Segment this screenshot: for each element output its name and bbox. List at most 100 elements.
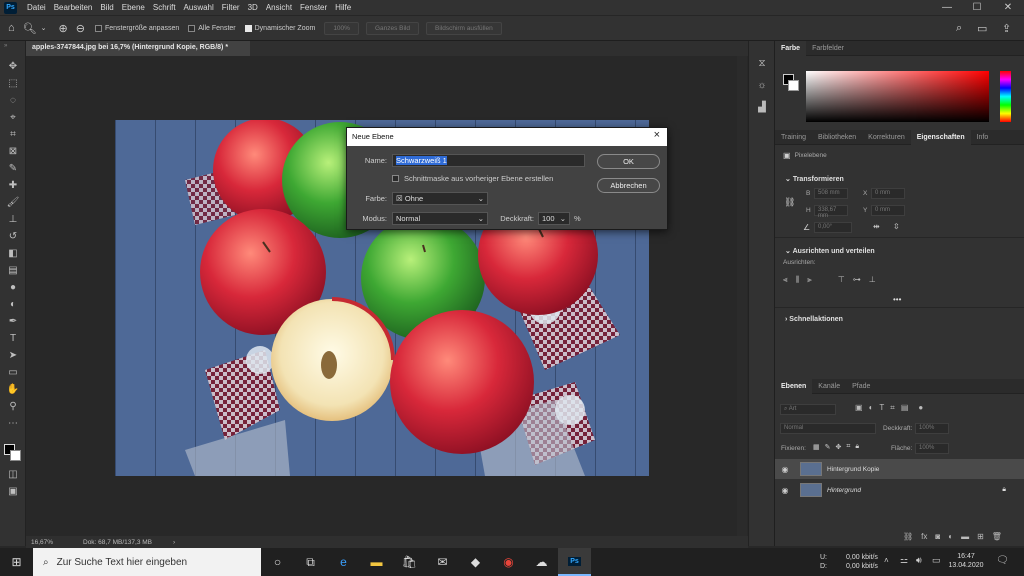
- chevron-down-icon[interactable]: ⌄: [41, 24, 47, 32]
- rectangle-tool-icon[interactable]: ▭: [0, 364, 26, 381]
- edge-icon[interactable]: e: [327, 548, 360, 576]
- color-select[interactable]: ☒ Ohne ⌄: [392, 192, 488, 205]
- marquee-tool-icon[interactable]: ⬚: [0, 75, 26, 92]
- eye-icon[interactable]: ◉: [775, 486, 795, 495]
- zoom-level[interactable]: 16,67%: [31, 539, 83, 546]
- align-bottom-icon[interactable]: ⊥: [869, 275, 876, 285]
- collapse-icon[interactable]: »: [0, 41, 25, 58]
- photoshop-taskbar-icon[interactable]: Ps: [558, 548, 591, 576]
- maximize-button[interactable]: ☐: [962, 0, 992, 15]
- history-panel-icon[interactable]: ⧖: [749, 53, 775, 73]
- layer-style-icon[interactable]: fx: [921, 532, 927, 541]
- x-input[interactable]: 0 mm: [871, 188, 905, 199]
- zoom-percent-field[interactable]: 100%: [324, 21, 359, 35]
- workspace-icon[interactable]: ▭: [977, 22, 987, 35]
- filter-toggle-icon[interactable]: ●: [918, 403, 923, 413]
- link-icon[interactable]: ⛓: [784, 197, 795, 208]
- hue-slider[interactable]: [1000, 71, 1011, 122]
- screen-mode-icon[interactable]: ▣: [0, 483, 26, 500]
- home-icon[interactable]: ⌂: [8, 22, 15, 34]
- pixel-filter-icon[interactable]: ▣: [855, 403, 863, 413]
- tab-training[interactable]: Training: [775, 130, 812, 145]
- checkbox-checked-icon[interactable]: [244, 24, 252, 32]
- flip-horizontal-icon[interactable]: ⇹: [873, 222, 880, 231]
- layer-row[interactable]: ◉ Hintergrund Kopie: [775, 459, 1024, 479]
- angle-input[interactable]: 0,00°: [814, 222, 852, 233]
- dodge-tool-icon[interactable]: ◐: [0, 296, 26, 313]
- type-tool-icon[interactable]: T: [0, 330, 26, 347]
- tray-chevron-icon[interactable]: ˄: [884, 556, 889, 565]
- tab-kanaele[interactable]: Kanäle: [812, 379, 846, 394]
- tab-pfade[interactable]: Pfade: [846, 379, 876, 394]
- zoom-tool-icon[interactable]: ⚲: [0, 398, 26, 415]
- zoom-out-icon[interactable]: ⊖: [76, 22, 85, 35]
- adjustment-filter-icon[interactable]: ◐: [869, 403, 874, 413]
- brush-tool-icon[interactable]: 🖌︎: [0, 194, 26, 211]
- pen-tool-icon[interactable]: ✒: [0, 313, 26, 330]
- delete-layer-icon[interactable]: 🗑︎: [992, 532, 1002, 541]
- fit-window-checkbox[interactable]: Fenstergröße anpassen: [94, 24, 179, 32]
- frame-tool-icon[interactable]: ⊠: [0, 143, 26, 160]
- tab-bibliotheken[interactable]: Bibliotheken: [812, 130, 862, 145]
- gradient-tool-icon[interactable]: ▤: [0, 262, 26, 279]
- background-color-swatch[interactable]: [788, 80, 799, 91]
- menu-bild[interactable]: Bild: [96, 3, 117, 12]
- flip-vertical-icon[interactable]: ⇳: [893, 222, 900, 231]
- tab-farbfelder[interactable]: Farbfelder: [806, 41, 850, 56]
- align-left-icon[interactable]: ⫷: [783, 275, 788, 285]
- healing-brush-tool-icon[interactable]: ✚: [0, 177, 26, 194]
- align-middle-v-icon[interactable]: ⊶: [853, 275, 861, 285]
- mode-select[interactable]: Normal ⌄: [392, 212, 488, 225]
- battery-icon[interactable]: ▭: [932, 555, 941, 566]
- dynamic-zoom-checkbox[interactable]: Dynamischer Zoom: [244, 24, 315, 32]
- transform-section[interactable]: ⌄ Transformieren: [779, 170, 850, 188]
- menu-ebene[interactable]: Ebene: [118, 3, 149, 12]
- cortana-icon[interactable]: ○: [261, 548, 294, 576]
- checkbox-icon[interactable]: [188, 24, 196, 32]
- align-right-icon[interactable]: ⫸: [807, 275, 812, 285]
- fill-screen-button[interactable]: Bildschirm ausfüllen: [425, 21, 502, 35]
- menu-ansicht[interactable]: Ansicht: [262, 3, 296, 12]
- lock-pixels-icon[interactable]: ✎: [825, 443, 831, 451]
- whole-image-button[interactable]: Ganzes Bild: [365, 21, 419, 35]
- store-icon[interactable]: 🛍︎: [393, 548, 426, 576]
- menu-schrift[interactable]: Schrift: [149, 3, 180, 12]
- layer-name[interactable]: Hintergrund Kopie: [827, 466, 879, 473]
- menu-auswahl[interactable]: Auswahl: [180, 3, 218, 12]
- lock-all-icon[interactable]: 🔒︎: [855, 443, 859, 451]
- windows-start-icon[interactable]: ⊞: [0, 548, 33, 576]
- align-top-icon[interactable]: ⊤: [838, 275, 845, 285]
- eyedropper-tool-icon[interactable]: ✎: [0, 160, 26, 177]
- align-section[interactable]: ⌄ Ausrichten und verteilen: [779, 242, 881, 260]
- lock-artboard-icon[interactable]: ⌗: [846, 443, 850, 451]
- crop-tool-icon[interactable]: ⌗: [0, 126, 26, 143]
- close-window-button[interactable]: ✕: [993, 0, 1023, 15]
- tab-ebenen[interactable]: Ebenen: [775, 378, 813, 394]
- more-tools-icon[interactable]: ⋯: [0, 415, 26, 432]
- layer-filter-select[interactable]: ⌕ Art: [780, 404, 836, 415]
- more-options-button[interactable]: •••: [893, 295, 901, 304]
- stamp-tool-icon[interactable]: ⊥: [0, 211, 26, 228]
- file-explorer-icon[interactable]: ▬: [360, 548, 393, 576]
- clip-mask-checkbox[interactable]: Schnittmaske aus vorheriger Ebene erstel…: [392, 174, 553, 183]
- menu-filter[interactable]: Filter: [218, 3, 244, 12]
- layer-name[interactable]: Hintergrund: [827, 487, 861, 494]
- app-icon[interactable]: ◆: [459, 548, 492, 576]
- height-input[interactable]: 338,67 mm: [814, 205, 848, 219]
- cancel-button[interactable]: Abbrechen: [597, 178, 660, 193]
- smart-object-filter-icon[interactable]: ▤: [901, 403, 909, 413]
- histogram-panel-icon[interactable]: ▟: [749, 97, 775, 117]
- adjustment-layer-icon[interactable]: ◐: [948, 532, 953, 541]
- task-view-icon[interactable]: ⧉: [294, 548, 327, 576]
- opacity-input[interactable]: 100%: [915, 423, 949, 434]
- history-brush-tool-icon[interactable]: ↺: [0, 228, 26, 245]
- minimize-button[interactable]: —: [932, 0, 962, 15]
- network-icon[interactable]: ⚍: [900, 555, 908, 566]
- tab-eigenschaften[interactable]: Eigenschaften: [910, 129, 971, 145]
- menu-fenster[interactable]: Fenster: [296, 3, 331, 12]
- clock[interactable]: 16:47 13.04.2020: [948, 552, 984, 570]
- background-color-swatch[interactable]: [10, 450, 21, 461]
- lasso-tool-icon[interactable]: ◌: [0, 92, 26, 109]
- checkbox-icon[interactable]: [94, 24, 102, 32]
- hand-tool-icon[interactable]: ✋: [0, 381, 26, 398]
